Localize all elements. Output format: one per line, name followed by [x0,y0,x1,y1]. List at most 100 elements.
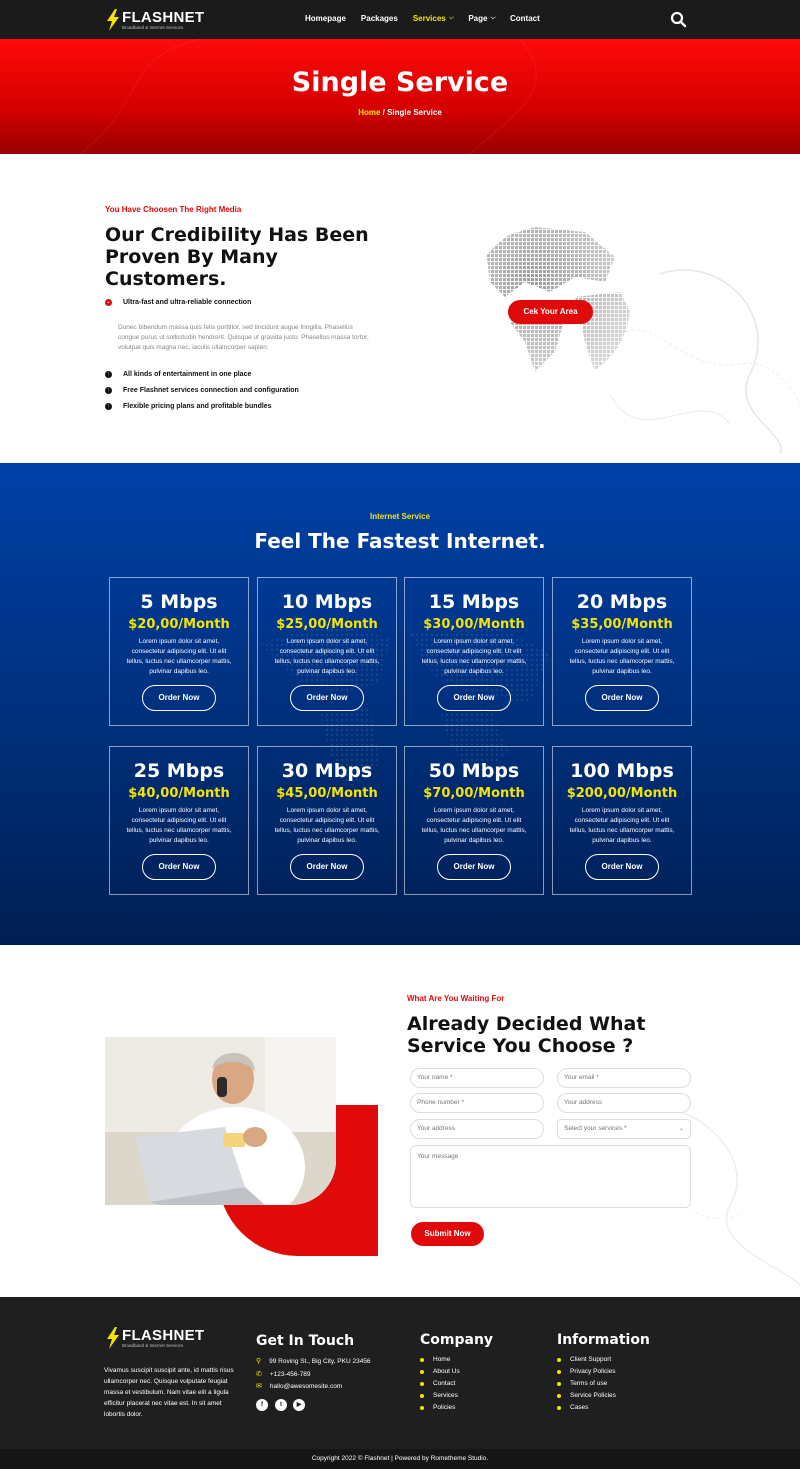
section-title: Our Credibility Has Been Proven By Many … [105,224,369,290]
customer-photo [105,1037,336,1205]
location-pin-icon: ⚲ [256,1358,262,1365]
order-form-section: What Are You Waiting For Already Decided… [0,945,800,1297]
footer-link-about[interactable]: About Us [420,1368,460,1375]
name-field[interactable]: Your name * [410,1068,544,1088]
footer-link-service-policies[interactable]: Service Policies [557,1392,616,1399]
main-menu: Homepage Packages Services ⌵ Page ⌵ Contac… [305,14,555,23]
pricing-card: 15 Mbps $30,00/Month Lorem ipsum dolor sit… [404,577,544,726]
facebook-icon[interactable]: f [256,1399,268,1411]
order-now-button[interactable]: Order Now [142,685,216,711]
phone-field[interactable]: Phone number * [410,1093,544,1113]
nav-item-services[interactable]: Services ⌵ [413,14,453,23]
footer-information-title: Information [557,1332,650,1348]
footer-company-title: Company [420,1332,494,1348]
footer-link-privacy[interactable]: Privacy Policies [557,1368,616,1375]
footer-link-cases[interactable]: Cases [557,1404,588,1411]
pricing-card: 100 Mbps $200,00/Month Lorem ipsum dolor s… [552,746,692,895]
order-now-button[interactable]: Order Now [290,685,364,711]
footer-phone[interactable]: ✆ +123-456-789 [256,1370,311,1379]
section-title: Feel The Fastest Internet. [254,529,546,553]
address-field-2[interactable]: Your address [410,1119,544,1139]
plan-speed: 5 Mbps [140,591,218,613]
breadcrumb-home-link[interactable]: Home [358,108,380,117]
chevron-down-icon: ⌵ [448,15,454,21]
chevron-down-icon: ⌵ [490,15,495,21]
email-field[interactable]: Your email * [557,1068,691,1088]
brand-logo[interactable]: FLASHNET Broadband & Internet Services [106,9,204,31]
nav-item-page[interactable]: Page ⌵ [468,14,495,23]
feature-item: ↑ Flexible pricing plans and profitable b… [105,403,272,410]
nav-item-packages[interactable]: Packages [361,14,398,23]
lightning-bolt-icon [107,9,119,31]
footer-brand-logo[interactable]: FLASHNET Broadband & Internet Services [106,1327,204,1349]
plan-speed: 30 Mbps [281,760,373,782]
message-textarea[interactable]: Your message [410,1145,691,1208]
order-now-button[interactable]: Order Now [437,854,511,880]
breadcrumb-current: Single Service [387,108,442,117]
nav-item-homepage[interactable]: Homepage [305,14,346,23]
plan-speed: 50 Mbps [428,760,520,782]
plan-description: Lorem ipsum dolor sit amet, consectetur a… [126,807,232,844]
section-body: Donec bibendum massa quis felis porttito… [118,324,369,351]
pricing-card: 25 Mbps $40,00/Month Lorem ipsum dolor sit… [109,746,249,895]
brand-name: FLASHNET [122,1326,205,1344]
footer-email[interactable]: ✉ hallo@awesomesite.com [256,1382,342,1391]
plan-description: Lorem ipsum dolor sit amet, consectetur a… [421,807,527,844]
footer-address: ⚲ 99 Roving St., Big City, PKU 23456 [256,1357,371,1366]
feature-item: ⌄ Ultra-fast and ultra-reliable connectio… [105,299,252,306]
youtube-icon[interactable]: ▶ [293,1399,305,1411]
pricing-card: 5 Mbps $20,00/Month Lorem ipsum dolor sit … [109,577,249,726]
plan-price: $200,00/Month [566,786,678,801]
arrow-up-circle-icon: ↑ [105,403,112,410]
plan-price: $35,00/Month [571,617,673,632]
pricing-card: 30 Mbps $45,00/Month Lorem ipsum dolor sit… [257,746,397,895]
top-navbar: FLASHNET Broadband & Internet Services H… [0,0,800,39]
plan-description: Lorem ipsum dolor sit amet, consectetur a… [569,807,675,844]
pricing-card: 50 Mbps $70,00/Month Lorem ipsum dolor sit… [404,746,544,895]
feature-item: ↑ Free Flashnet services connection and c… [105,387,299,394]
order-now-button[interactable]: Order Now [437,685,511,711]
footer-contact-title: Get In Touch [256,1333,355,1349]
services-select[interactable]: Select your services * ⌄ [557,1119,691,1139]
credibility-section: You Have Choosen The Right Media Our Cre… [0,154,800,463]
pricing-section: Internet Service Feel The Fastest Intern… [0,463,800,945]
plan-price: $40,00/Month [128,786,230,801]
plan-speed: 25 Mbps [133,760,225,782]
plan-description: Lorem ipsum dolor sit amet, consectetur a… [421,638,527,675]
order-now-button[interactable]: Order Now [585,685,659,711]
footer-link-home[interactable]: Home [420,1356,450,1363]
search-icon[interactable] [670,11,687,28]
brand-name: FLASHNET [122,8,205,26]
footer-link-services[interactable]: Services [420,1392,458,1399]
footer-link-policies[interactable]: Policies [420,1404,455,1411]
footer-link-terms[interactable]: Terms of use [557,1380,607,1387]
pricing-card: 10 Mbps $25,00/Month Lorem ipsum dolor sit… [257,577,397,726]
footer-link-contact[interactable]: Contact [420,1380,455,1387]
order-now-button[interactable]: Order Now [585,854,659,880]
phone-icon: ✆ [256,1371,262,1378]
plan-price: $25,00/Month [276,617,378,632]
check-area-button[interactable]: Cek Your Area [508,300,593,324]
envelope-icon: ✉ [256,1383,262,1390]
twitter-icon[interactable]: t [275,1399,287,1411]
plan-description: Lorem ipsum dolor sit amet, consectetur a… [274,807,380,844]
address-field[interactable]: Your address [557,1093,691,1113]
plan-speed: 10 Mbps [281,591,373,613]
pricing-card: 20 Mbps $35,00/Month Lorem ipsum dolor sit… [552,577,692,726]
feature-item: ↑ All kinds of entertainment in one place [105,371,251,378]
order-now-button[interactable]: Order Now [142,854,216,880]
plan-price: $30,00/Month [423,617,525,632]
order-now-button[interactable]: Order Now [290,854,364,880]
plan-price: $70,00/Month [423,786,525,801]
footer-link-client-support[interactable]: Client Support [557,1356,611,1363]
submit-button[interactable]: Submit Now [411,1222,484,1246]
nav-item-contact[interactable]: Contact [510,14,540,23]
plan-speed: 20 Mbps [576,591,668,613]
lightning-bolt-icon [107,1327,119,1349]
section-eyebrow: You Have Choosen The Right Media [105,205,242,214]
chevron-down-icon: ⌄ [678,1126,684,1132]
arrow-up-circle-icon: ↑ [105,387,112,394]
section-title: Already Decided What Service You Choose … [407,1013,646,1057]
page-hero: Single Service Home / Single Service [0,39,800,154]
plan-description: Lorem ipsum dolor sit amet, consectetur a… [126,638,232,675]
